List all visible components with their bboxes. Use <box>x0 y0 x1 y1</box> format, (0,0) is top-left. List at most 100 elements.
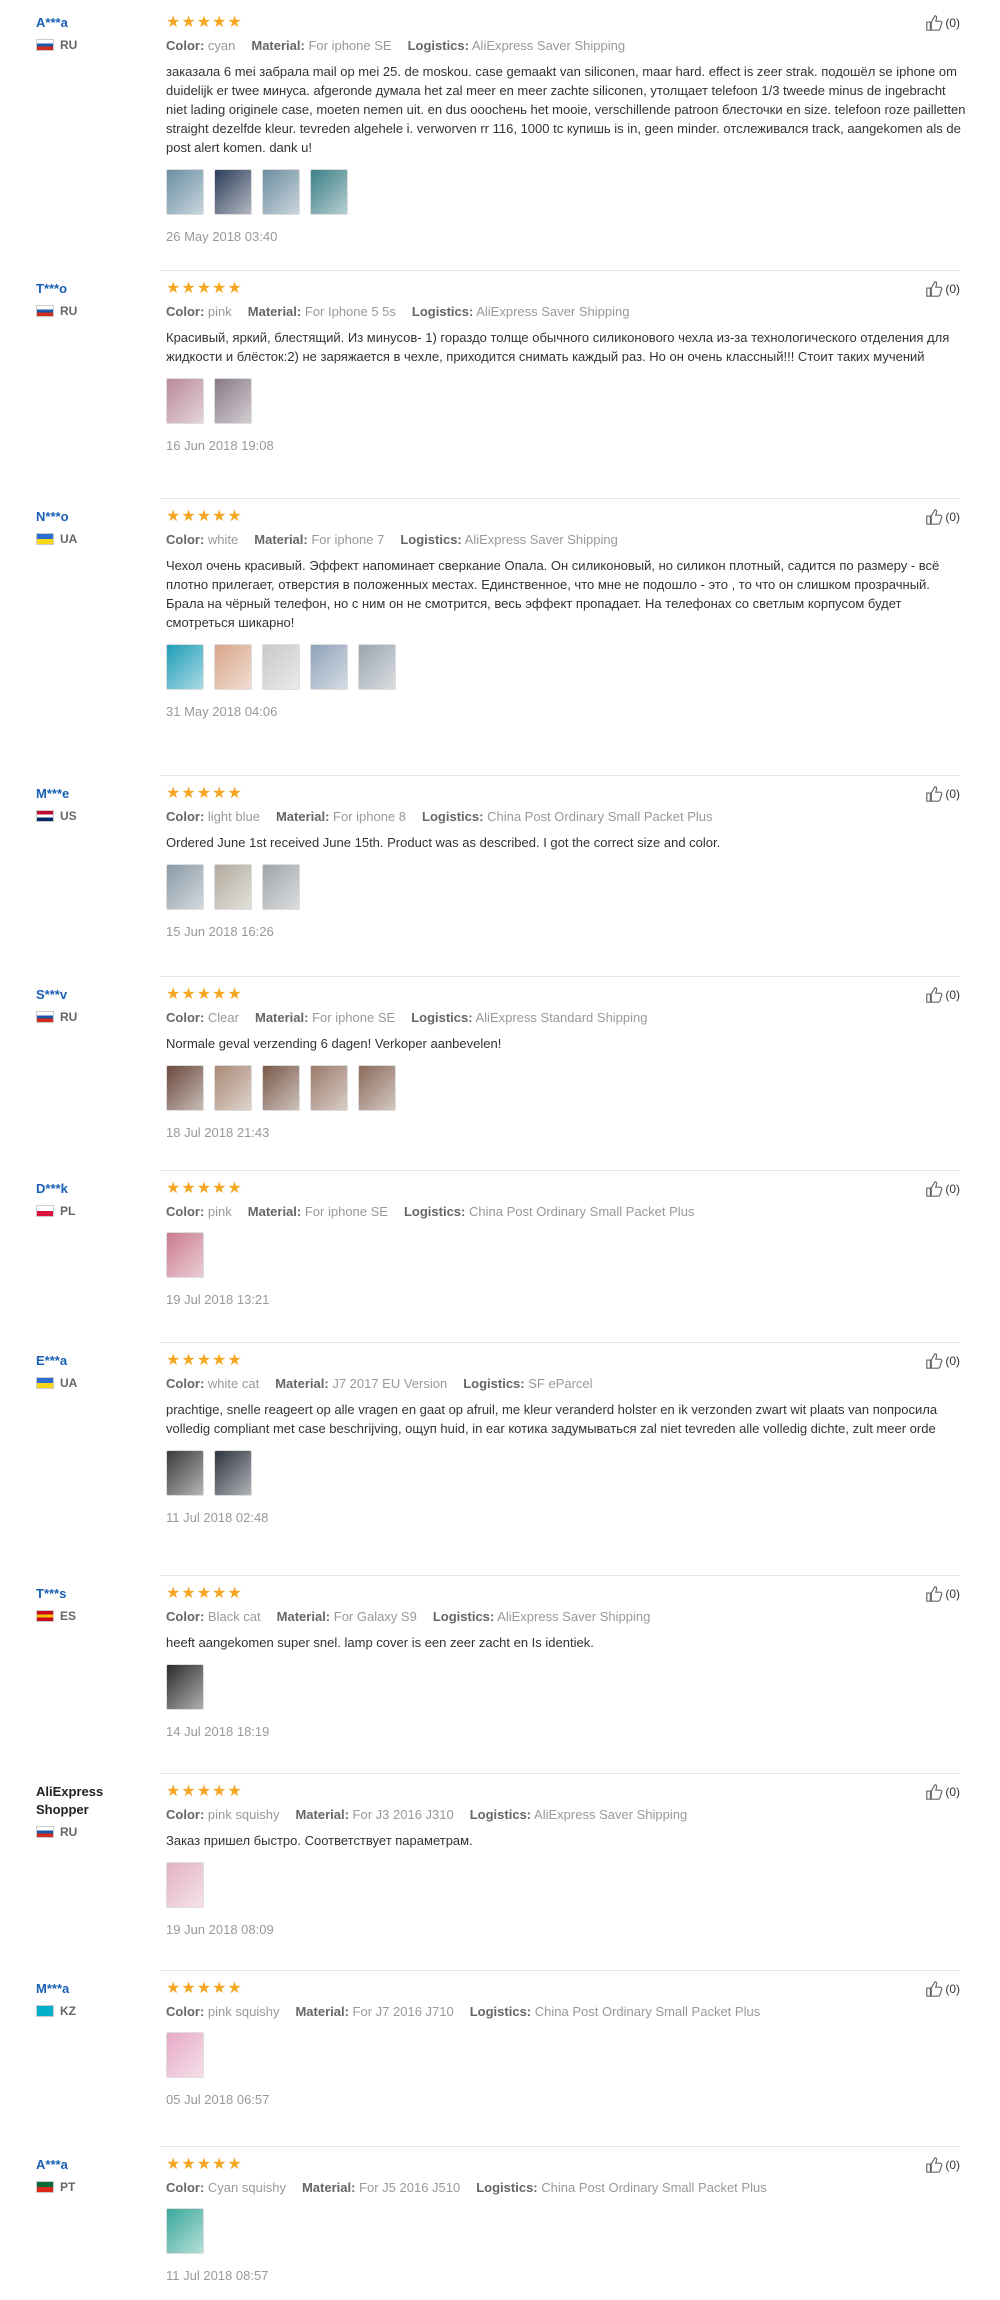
review-photos <box>166 1232 966 1278</box>
thumbs-up-icon <box>926 1784 943 1800</box>
material-label: Material: <box>247 1204 302 1219</box>
order-info: Color: pink squishy Material: For J3 2016… <box>166 1807 966 1823</box>
helpful-button[interactable]: (0) <box>925 785 960 803</box>
country-flag-icon <box>36 39 54 51</box>
rating-stars: ★★★★★ <box>166 280 243 297</box>
logistics-label: Logistics: <box>411 1010 473 1025</box>
review-date: 19 Jun 2018 08:09 <box>166 1922 274 1937</box>
review-photo-thumbnail[interactable] <box>166 169 204 215</box>
review-photo-thumbnail[interactable] <box>166 2032 204 2078</box>
helpful-button[interactable]: (0) <box>925 280 960 298</box>
logistics-label: Logistics: <box>407 38 469 53</box>
rating-stars: ★★★★★ <box>166 1783 243 1800</box>
review-photo-thumbnail[interactable] <box>166 1450 204 1496</box>
review-photo-thumbnail[interactable] <box>262 644 300 690</box>
review-date: 26 May 2018 03:40 <box>166 229 278 244</box>
review-photo-thumbnail[interactable] <box>214 644 252 690</box>
review-photos <box>166 644 966 690</box>
review-photo-thumbnail[interactable] <box>310 644 348 690</box>
review-photos <box>166 2032 966 2078</box>
helpful-button[interactable]: (0) <box>925 1783 960 1801</box>
color-value: white <box>207 532 239 547</box>
review-photo-thumbnail[interactable] <box>166 864 204 910</box>
rating-stars: ★★★★★ <box>166 1980 243 1997</box>
review-content: ★★★★★ Color: cyan Material: For iphone SE L… <box>166 14 966 244</box>
review-photo-thumbnail[interactable] <box>166 378 204 424</box>
logistics-value: AliExpress Saver Shipping <box>471 38 626 53</box>
review-text: Заказ пришел быстро. Соответствует парам… <box>166 1833 473 1848</box>
review-divider <box>160 1170 960 1171</box>
material-value: For iphone SE <box>304 1204 388 1219</box>
helpful-button[interactable]: (0) <box>925 1352 960 1370</box>
reviewer-country: US <box>36 809 136 823</box>
helpful-count: (0) <box>945 1587 960 1601</box>
reviewer-country: ES <box>36 1609 136 1623</box>
review-photo-thumbnail[interactable] <box>262 1065 300 1111</box>
country-flag-icon <box>36 1011 54 1023</box>
helpful-button[interactable]: (0) <box>925 1585 960 1603</box>
review-photo-thumbnail[interactable] <box>262 864 300 910</box>
review-photo-thumbnail[interactable] <box>166 1862 204 1908</box>
reviewer-name: S***v <box>36 987 68 1002</box>
review-photo-thumbnail[interactable] <box>358 644 396 690</box>
material-label: Material: <box>275 1376 329 1391</box>
review-photos <box>166 2208 966 2254</box>
color-value: Cyan squishy <box>207 2180 286 2195</box>
country-code: UA <box>60 1376 78 1390</box>
country-code: US <box>60 809 77 823</box>
review-photo-thumbnail[interactable] <box>166 644 204 690</box>
review-photo-thumbnail[interactable] <box>214 169 252 215</box>
country-flag-icon <box>36 2181 54 2193</box>
order-info: Color: pink squishy Material: For J7 2016… <box>166 2004 966 2020</box>
material-label: Material: <box>254 1010 309 1025</box>
review-photo-thumbnail[interactable] <box>262 169 300 215</box>
logistics-value: China Post Ordinary Small Packet Plus <box>541 2180 767 2195</box>
review-photo-thumbnail[interactable] <box>214 1065 252 1111</box>
color-value: Clear <box>207 1010 239 1025</box>
reviewer-country: PT <box>36 2180 136 2194</box>
color-value: Black cat <box>207 1609 261 1624</box>
helpful-button[interactable]: (0) <box>925 1980 960 1998</box>
review-photo-thumbnail[interactable] <box>166 1232 204 1278</box>
thumbs-up-icon <box>926 1353 943 1369</box>
reviewer-country: UA <box>36 1376 136 1390</box>
review-divider <box>160 2146 960 2147</box>
country-flag-icon <box>36 305 54 317</box>
review-text: Normale geval verzending 6 dagen! Verkop… <box>166 1036 502 1051</box>
helpful-button[interactable]: (0) <box>925 986 960 1004</box>
logistics-value: AliExpress Saver Shipping <box>476 304 630 319</box>
review-photo-thumbnail[interactable] <box>214 1450 252 1496</box>
color-label: Color: <box>166 809 205 824</box>
helpful-button[interactable]: (0) <box>925 1180 960 1198</box>
review-photo-thumbnail[interactable] <box>166 1065 204 1111</box>
review-photo-thumbnail[interactable] <box>166 2208 204 2254</box>
reviewer: S***v RU <box>36 986 136 1024</box>
thumbs-up-icon <box>926 2157 943 2173</box>
country-code: ES <box>60 1609 77 1623</box>
reviewer: D***k PL <box>36 1180 136 1218</box>
thumbs-up-icon <box>926 1586 943 1602</box>
review-date: 15 Jun 2018 16:26 <box>166 924 274 939</box>
helpful-count: (0) <box>945 16 960 30</box>
review-divider <box>160 775 960 776</box>
logistics-label: Logistics: <box>400 532 462 547</box>
country-flag-icon <box>36 1377 54 1389</box>
review-photo-thumbnail[interactable] <box>310 169 348 215</box>
review-photo-thumbnail[interactable] <box>214 378 252 424</box>
helpful-button[interactable]: (0) <box>925 2156 960 2174</box>
helpful-button[interactable]: (0) <box>925 508 960 526</box>
logistics-label: Logistics: <box>432 1609 495 1624</box>
review-photo-thumbnail[interactable] <box>166 1664 204 1710</box>
review-photo-thumbnail[interactable] <box>310 1065 348 1111</box>
review-photo-thumbnail[interactable] <box>214 864 252 910</box>
thumbs-up-icon <box>926 15 943 31</box>
reviewer-name: T***s <box>36 1586 67 1601</box>
reviewer-name: E***a <box>36 1353 68 1368</box>
review-photos <box>166 378 966 424</box>
helpful-button[interactable]: (0) <box>925 14 960 32</box>
country-code: RU <box>60 304 78 318</box>
review-photo-thumbnail[interactable] <box>358 1065 396 1111</box>
review-content: ★★★★★ Color: pink squishy Material: For J7… <box>166 1980 966 2107</box>
order-info: Color: Clear Material: For iphone SE Logis… <box>166 1010 966 1026</box>
reviewer-name: N***o <box>36 509 69 524</box>
